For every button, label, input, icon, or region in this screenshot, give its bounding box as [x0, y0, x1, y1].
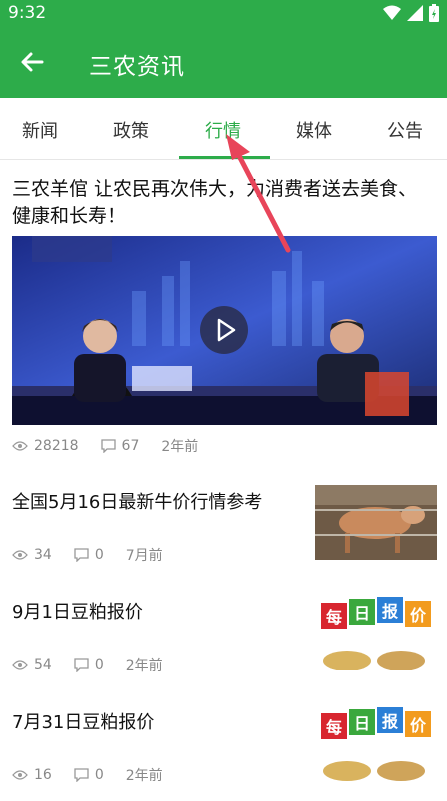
category-tabs: 新闻 政策 行情 媒体 公告: [0, 98, 447, 160]
list-item-title[interactable]: 7月31日豆粕报价: [12, 708, 154, 734]
tab-notice[interactable]: 公告: [387, 117, 423, 143]
comment-icon: [100, 439, 116, 453]
play-icon: [217, 318, 236, 342]
thumb-char-1: 每: [326, 718, 342, 737]
list-item-title[interactable]: 全国5月16日最新牛价行情参考: [12, 488, 262, 514]
list-item-meta: 54 0 2年前: [12, 655, 163, 675]
status-icons: [383, 4, 439, 22]
view-count: 34: [34, 547, 52, 563]
tab-media[interactable]: 媒体: [296, 117, 332, 143]
publish-time: 2年前: [161, 439, 199, 455]
publish-time: 2年前: [125, 658, 163, 674]
daily-price-image: 每 日 报 价: [315, 595, 437, 670]
play-button[interactable]: [200, 306, 248, 354]
feature-article-title[interactable]: 三农羊倌 让农民再次伟大，为消费者送去美食、健康和长寿！: [12, 176, 432, 230]
eye-icon: [12, 441, 28, 451]
comment-icon: [74, 658, 89, 672]
comment-icon: [74, 768, 89, 782]
daily-price-thumbnail[interactable]: 每 日 报 价: [315, 595, 437, 670]
wifi-icon: [383, 5, 401, 20]
view-count: 28218: [34, 438, 79, 454]
thumb-char-1: 每: [326, 608, 342, 627]
cattle-image: [315, 485, 437, 560]
thumb-char-3: 报: [382, 602, 398, 621]
list-item-meta: 34 0 7月前: [12, 545, 163, 565]
status-time: 9:32: [8, 3, 47, 23]
app-bar: 三农资讯: [0, 26, 447, 98]
eye-icon: [12, 550, 28, 560]
comment-count: 0: [94, 767, 104, 783]
battery-icon: [429, 4, 439, 22]
back-arrow-icon[interactable]: [18, 48, 46, 76]
thumb-char-4: 价: [410, 606, 427, 625]
thumb-char-3: 报: [382, 712, 398, 731]
daily-price-image: 每 日 报 价: [315, 705, 437, 785]
publish-time: 2年前: [125, 768, 163, 784]
list-item-title[interactable]: 9月1日豆粕报价: [12, 598, 143, 624]
view-count: 16: [34, 767, 52, 783]
comment-count: 0: [94, 657, 104, 673]
cattle-thumbnail[interactable]: [315, 485, 437, 560]
list-item-meta: 16 0 2年前: [12, 765, 163, 785]
page-title: 三农资讯: [89, 54, 185, 80]
publish-time: 7月前: [125, 548, 163, 564]
tab-policy[interactable]: 政策: [113, 117, 149, 143]
comment-count: 67: [121, 438, 140, 454]
video-thumbnail[interactable]: [12, 236, 437, 425]
feature-meta: 28218 67 2年前: [12, 436, 198, 456]
signal-icon: [407, 5, 423, 21]
thumb-char-2: 日: [354, 604, 370, 623]
view-count: 54: [34, 657, 52, 673]
tab-market[interactable]: 行情: [205, 117, 241, 143]
tab-news[interactable]: 新闻: [22, 117, 58, 143]
thumb-char-4: 价: [410, 716, 427, 735]
daily-price-thumbnail[interactable]: 每 日 报 价: [315, 705, 437, 785]
eye-icon: [12, 770, 28, 780]
eye-icon: [12, 660, 28, 670]
status-bar: 9:32: [0, 0, 447, 26]
tab-indicator: [179, 156, 270, 159]
thumb-char-2: 日: [354, 714, 370, 733]
comment-icon: [74, 548, 89, 562]
comment-count: 0: [94, 547, 104, 563]
